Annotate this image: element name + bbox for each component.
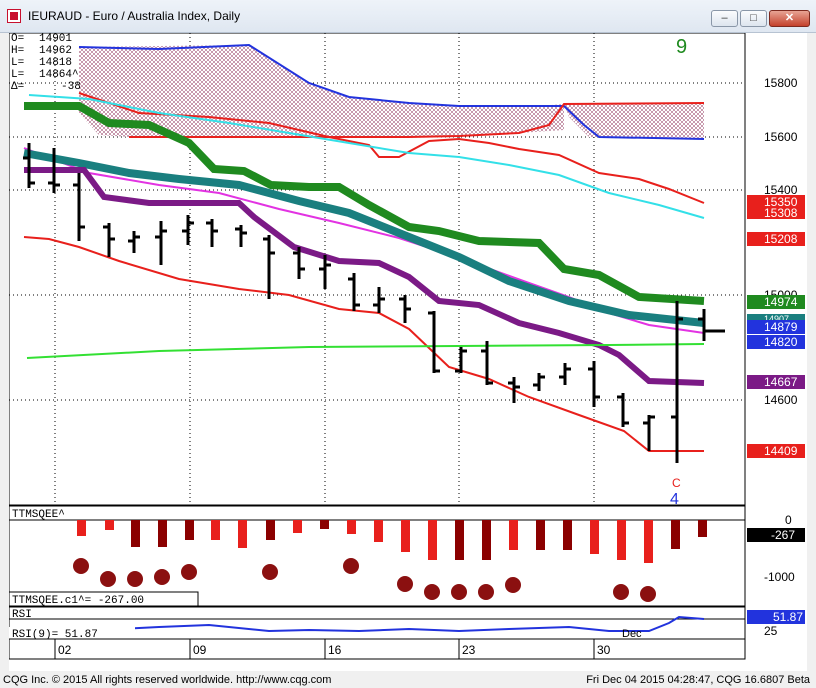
chart-area[interactable]: O= 14901 H= 14962 L= 14818 L= 14864^ Δ= -38 9… <box>9 33 807 671</box>
rsi-axis-tick: 25 <box>764 624 778 638</box>
price-tag: 15308 <box>764 206 798 220</box>
chart-window: IEURAUD - Euro / Australia Index, Daily … <box>0 0 816 688</box>
ttm-title: TTMSQEE^ <box>12 509 65 521</box>
price-tag: 14409 <box>764 444 798 458</box>
close-button[interactable]: ✕ <box>769 10 810 27</box>
copyright-text: CQG Inc. © 2015 All rights reserved worl… <box>3 674 332 686</box>
date-tick: 30 <box>597 643 611 657</box>
ohlc-open: O= 14901 <box>11 33 72 45</box>
dec-label: Dec <box>622 628 642 640</box>
price-tag: 14974 <box>764 295 798 309</box>
timestamp-text: Fri Dec 04 2015 04:28:47, CQG 16.6807 Be… <box>586 674 810 686</box>
price-tick: 15600 <box>764 130 798 144</box>
ttm-value-tag: -267 <box>771 528 795 542</box>
chart-canvas[interactable]: O= 14901 H= 14962 L= 14818 L= 14864^ Δ= -38 9… <box>9 33 807 671</box>
date-tick: 02 <box>58 643 72 657</box>
price-tag: 14879 <box>764 320 798 334</box>
price-tag: 15208 <box>764 232 798 246</box>
ohlc-low: L= 14818 <box>11 57 72 69</box>
minimize-button[interactable]: – <box>711 10 738 27</box>
title-bar: IEURAUD - Euro / Australia Index, Daily … <box>0 0 816 33</box>
four-mark: 4 <box>670 491 679 508</box>
maximize-button[interactable]: □ <box>740 10 767 27</box>
c-mark: C <box>672 476 681 490</box>
count-label: 9 <box>676 36 687 58</box>
price-tag: 14820 <box>764 335 798 349</box>
ttm-axis-tick: -1000 <box>764 570 795 584</box>
price-tick: 15800 <box>764 76 798 90</box>
date-tick: 16 <box>328 643 342 657</box>
ttm-axis-tick: 0 <box>785 513 792 527</box>
ttm-readout: TTMSQEE.c1^= -267.00 <box>12 595 144 607</box>
window-title: IEURAUD - Euro / Australia Index, Daily <box>28 9 241 23</box>
status-bar: CQG Inc. © 2015 All rights reserved worl… <box>0 671 816 688</box>
price-tick: 14600 <box>764 393 798 407</box>
date-tick: 09 <box>193 643 207 657</box>
date-tick: 23 <box>462 643 476 657</box>
date-axis[interactable] <box>9 638 746 660</box>
app-icon[interactable] <box>7 9 21 23</box>
ohlc-high: H= 14962 <box>11 45 72 57</box>
price-tags: 15350 15308 15208 14974 14907 14879 1482… <box>747 195 805 458</box>
rsi-value-tag: 51.87 <box>773 610 803 624</box>
price-tag: 14667 <box>764 375 798 389</box>
ohlc-last: L= 14864^ <box>11 69 79 81</box>
